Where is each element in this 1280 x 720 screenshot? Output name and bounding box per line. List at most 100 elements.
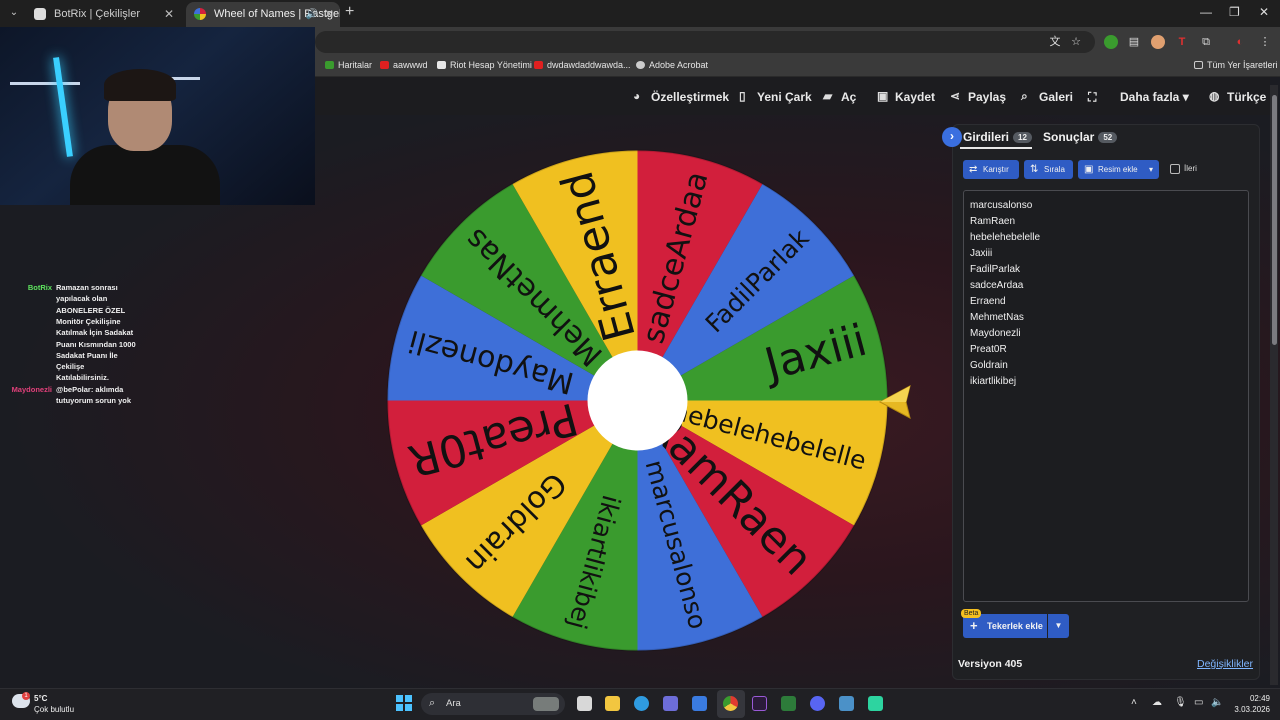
- chat-username: Maydonezli: [11, 384, 52, 394]
- streaming-app-icon[interactable]: [868, 696, 883, 711]
- file-icon: ▯: [739, 89, 746, 103]
- wheel-of-names[interactable]: JaxiiihebelehebelelleRamRaenmarcusalonso…: [385, 148, 890, 653]
- bookmark-dwdaw[interactable]: dwdawdaddwawda...: [534, 60, 631, 70]
- bookmark-label: dwdawdaddwawda...: [547, 60, 631, 70]
- chrome-icon[interactable]: [723, 696, 738, 711]
- close-tab-icon[interactable]: ✕: [324, 2, 334, 27]
- shuffle-button[interactable]: ⇄ Karıştır: [963, 160, 1019, 179]
- new-tab-plus-icon[interactable]: +: [345, 3, 354, 21]
- entry-line: ikiartlikibej: [970, 376, 1017, 387]
- bookmark-maps[interactable]: Haritalar: [325, 60, 372, 70]
- edge-icon[interactable]: [634, 696, 649, 711]
- gallery-button[interactable]: ⌕ Galeri: [1021, 89, 1074, 104]
- network-icon[interactable]: ▭: [1194, 697, 1203, 708]
- close-window-icon[interactable]: ✕: [1259, 5, 1269, 19]
- clock-date[interactable]: 3.03.2026: [1230, 705, 1270, 714]
- changelog-link[interactable]: Değişiklikler: [1197, 658, 1253, 670]
- customize-button[interactable]: ◕ Özelleştirmek: [633, 89, 729, 104]
- share-button[interactable]: ⋖ Paylaş: [950, 89, 1006, 104]
- tab-results[interactable]: Sonuçlar 52: [1043, 130, 1118, 144]
- all-bookmarks[interactable]: Tüm Yer İşaretleri: [1194, 60, 1278, 70]
- chat-message-line: Monitör Çekilişine: [56, 316, 121, 326]
- youtube-icon: [380, 61, 389, 69]
- minimize-icon[interactable]: —: [1200, 5, 1212, 19]
- sort-button[interactable]: ⇅ Sırala: [1024, 160, 1073, 179]
- add-image-button[interactable]: ▣ Resim ekle ▾: [1078, 160, 1159, 179]
- extension-folder-icon[interactable]: ▤: [1127, 35, 1141, 49]
- tray-chevron-icon[interactable]: ˄: [1131, 697, 1137, 708]
- button-label: Karıştır: [983, 165, 1009, 174]
- translate-icon[interactable]: 文: [1048, 35, 1062, 49]
- weather-status: Çok bulutlu: [34, 705, 75, 714]
- entry-line: RamRaen: [970, 216, 1016, 227]
- start-button-windows-icon[interactable]: [396, 695, 412, 711]
- webcam-overlay: [0, 27, 315, 205]
- premiere-icon[interactable]: [752, 696, 767, 711]
- mail-icon[interactable]: [692, 696, 707, 711]
- chat-username: BotRix: [27, 283, 52, 292]
- chat-message-line: ABONELERE ÖZEL: [56, 305, 126, 315]
- save-button[interactable]: ▣ Kaydet: [877, 89, 935, 104]
- speaker-icon[interactable]: 🔊: [306, 2, 318, 27]
- vscode-icon[interactable]: [839, 696, 854, 711]
- new-wheel-button[interactable]: ▯ Yeni Çark: [739, 89, 812, 104]
- chevron-down-icon: ▼: [1054, 621, 1063, 630]
- chat-message-line: Puanı Kısmından 1000: [56, 339, 136, 349]
- bookmark-aawwwd[interactable]: aawwwd: [380, 60, 428, 70]
- streamer-hair: [104, 69, 176, 101]
- microphone-icon[interactable]: 🎙: [1174, 697, 1187, 708]
- collapse-panel-chevron-icon[interactable]: ›: [942, 127, 962, 147]
- restore-icon[interactable]: ❐: [1229, 5, 1240, 19]
- excel-icon[interactable]: [781, 696, 796, 711]
- tab-botrix[interactable]: BotRix | Çekilişler ✕: [26, 2, 180, 27]
- wheel-center-hub[interactable]: [587, 350, 688, 451]
- store-icon[interactable]: [663, 696, 678, 711]
- bookmark-label: Haritalar: [338, 60, 373, 70]
- advanced-checkbox[interactable]: [1170, 164, 1180, 174]
- open-button[interactable]: ▰ Aç: [823, 89, 856, 104]
- weather-badge: 1: [22, 692, 30, 700]
- taskbar-search[interactable]: ⌕ Ara: [421, 693, 565, 715]
- close-tab-icon[interactable]: ✕: [164, 2, 174, 27]
- streamer-body: [70, 145, 220, 205]
- active-tab-indicator: [960, 147, 1032, 149]
- task-view-icon[interactable]: [577, 696, 592, 711]
- youtube-icon: [534, 61, 543, 69]
- nav-label: Galeri: [1039, 90, 1074, 104]
- bookmark-adobe[interactable]: Adobe Acrobat: [636, 60, 708, 70]
- more-button[interactable]: Daha fazla ▾: [1120, 90, 1189, 104]
- globe-icon: ◍: [1209, 89, 1220, 103]
- nav-label: Yeni Çark: [757, 90, 812, 104]
- extensions-puzzle-icon[interactable]: ⧉: [1199, 35, 1213, 49]
- extension-shield-icon[interactable]: [1104, 35, 1118, 49]
- folder-icon: [1194, 61, 1203, 69]
- entry-line: Jaxiii: [970, 248, 993, 259]
- tab-wheel-of-names[interactable]: Wheel of Names | Rastgele 🔊 ✕: [186, 2, 340, 27]
- share-icon: ⋖: [950, 89, 961, 103]
- browser-menu-icon[interactable]: ⋮: [1258, 35, 1272, 49]
- extension-avatar-icon[interactable]: [1151, 35, 1165, 49]
- tab-search-chevron-icon[interactable]: ⌄: [6, 5, 22, 21]
- language-button[interactable]: ◍ Türkçe: [1209, 89, 1267, 104]
- search-icon: ⌕: [429, 697, 436, 709]
- extension-tp-icon[interactable]: T: [1175, 35, 1189, 49]
- profile-icon[interactable]: ◐: [1233, 35, 1247, 49]
- button-label: Sırala: [1044, 165, 1065, 174]
- scrollbar-thumb[interactable]: [1272, 95, 1277, 345]
- star-icon[interactable]: ☆: [1069, 35, 1083, 49]
- volume-icon[interactable]: 🔈: [1211, 697, 1223, 708]
- entries-textarea[interactable]: [963, 190, 1249, 602]
- file-explorer-icon[interactable]: [605, 696, 620, 711]
- tab-entries[interactable]: Girdileri 12: [963, 130, 1032, 144]
- cloud-tray-icon[interactable]: ☁: [1152, 697, 1162, 708]
- nav-label: Türkçe: [1227, 90, 1267, 104]
- discord-icon[interactable]: [810, 696, 825, 711]
- bookmark-riot[interactable]: Riot Hesap Yönetimi: [437, 60, 532, 70]
- clock-time[interactable]: 02:49: [1230, 694, 1270, 703]
- entry-line: MehmetNas: [970, 312, 1024, 323]
- palette-icon: ◕: [633, 89, 641, 103]
- address-bar[interactable]: [315, 31, 1095, 53]
- entries-count-badge: 12: [1013, 132, 1032, 143]
- add-wheel-dropdown[interactable]: ▼: [1048, 614, 1069, 638]
- fullscreen-button[interactable]: ⛶: [1088, 90, 1096, 105]
